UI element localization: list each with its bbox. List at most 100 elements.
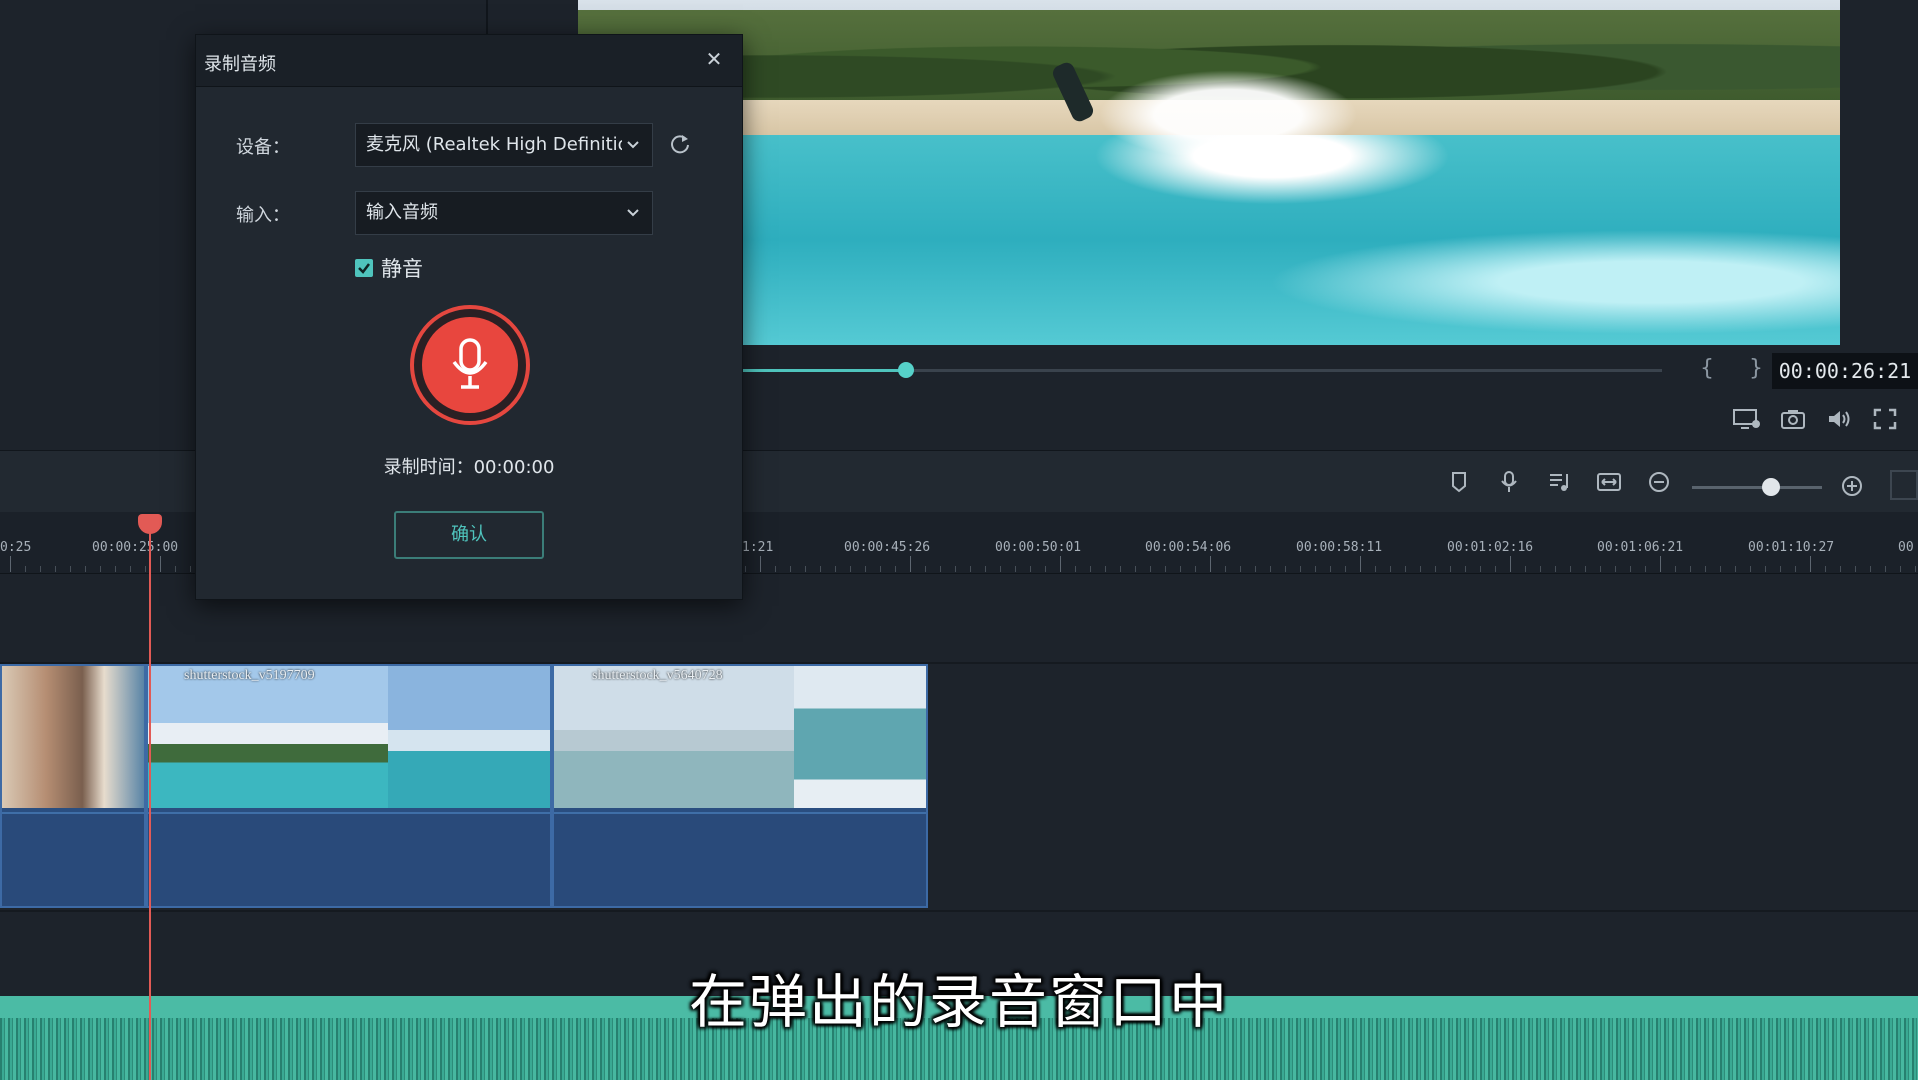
ruler-tick: [1375, 566, 1376, 572]
device-select-value: 麦克风 (Realtek High Definition: [366, 134, 641, 155]
close-button[interactable]: ✕: [702, 47, 726, 71]
player-icon-group: [1728, 404, 1904, 434]
ruler-tick: [1330, 566, 1331, 572]
record-time-label: 录制时间：: [383, 457, 474, 478]
ruler-tick: [100, 566, 101, 572]
ruler-tick: [1060, 556, 1061, 572]
close-icon: ✕: [705, 47, 723, 71]
ruler-tick: [925, 566, 926, 572]
dialog-header: 录制音频 ✕: [196, 35, 742, 87]
ruler-tick: [1720, 566, 1721, 572]
volume-button[interactable]: [1820, 404, 1858, 434]
zoom-out-button[interactable]: [1640, 466, 1678, 498]
ruler-tick: [820, 566, 821, 572]
ruler-tick: [1735, 566, 1736, 572]
playback-progress-fill: [740, 369, 906, 372]
ruler-tick: [1285, 566, 1286, 572]
video-clip[interactable]: [0, 664, 146, 908]
ruler-tick: [115, 566, 116, 572]
mute-label: 静音: [381, 257, 423, 281]
ruler-label: 00:00:58:11: [1296, 540, 1383, 555]
mute-option[interactable]: 静音: [355, 253, 423, 283]
zoom-in-button[interactable]: [1833, 470, 1871, 502]
track-separator: [0, 910, 1918, 912]
record-time-value: 00:00:00: [473, 457, 555, 478]
display-settings-button[interactable]: [1728, 404, 1766, 434]
ruler-tick: [1915, 566, 1916, 572]
playhead-line[interactable]: [149, 528, 151, 1080]
confirm-button[interactable]: 确认: [394, 511, 544, 559]
audio-mix-button[interactable]: [1540, 466, 1578, 498]
ruler-label: 1:21: [742, 540, 774, 555]
microphone-icon: [452, 338, 488, 389]
timeline-zoom-slider[interactable]: [1692, 486, 1822, 489]
ruler-tick: [985, 566, 986, 572]
ruler-tick: [1315, 566, 1316, 572]
voiceover-button[interactable]: [1490, 466, 1528, 498]
device-label: 设备：: [236, 137, 290, 158]
video-clip[interactable]: shutterstock_v5197709: [146, 664, 552, 908]
ruler-tick: [1825, 566, 1826, 572]
ruler-tick: [1555, 566, 1556, 572]
zoom-out-icon: [1649, 472, 1669, 492]
zoom-in-icon: [1842, 476, 1862, 496]
mute-checkbox[interactable]: [355, 259, 373, 277]
input-select[interactable]: 输入音频: [355, 191, 653, 235]
ruler-tick: [1480, 566, 1481, 572]
ruler-tick: [970, 566, 971, 572]
ruler-label: 00:00:25:00: [92, 540, 179, 555]
fullscreen-button[interactable]: [1866, 404, 1904, 434]
ruler-tick: [895, 566, 896, 572]
snapshot-button[interactable]: [1774, 404, 1812, 434]
ruler-tick: [850, 566, 851, 572]
ruler-tick: [790, 566, 791, 572]
refresh-device-button[interactable]: [666, 133, 694, 161]
record-audio-dialog: 录制音频 ✕ 设备： 麦克风 (Realtek High Definition …: [195, 34, 743, 600]
ruler-tick: [745, 566, 746, 572]
playback-scrubber-handle[interactable]: [897, 362, 914, 378]
clip-thumbnail: [2, 666, 144, 808]
clip-thumbnail: [388, 666, 550, 808]
fit-timeline-button[interactable]: [1590, 466, 1628, 498]
clip-body: [554, 812, 926, 906]
ruler-tick: [1870, 566, 1871, 572]
ruler-tick: [160, 556, 161, 572]
video-preview[interactable]: [578, 0, 1840, 345]
ruler-tick: [1660, 556, 1661, 572]
video-clip[interactable]: shutterstock_v5640728: [552, 664, 928, 908]
ruler-label: 00:00:54:06: [1145, 540, 1232, 555]
ruler-tick: [1015, 566, 1016, 572]
chevron-down-icon: [622, 124, 644, 166]
chevron-down-icon: [622, 192, 644, 234]
ruler-tick: [1105, 566, 1106, 572]
ruler-tick: [1540, 566, 1541, 572]
ruler-tick: [1795, 566, 1796, 572]
ruler-label: 00:00:50:01: [995, 540, 1082, 555]
ruler-tick: [1165, 566, 1166, 572]
ruler-tick: [1525, 566, 1526, 572]
ruler-tick: [865, 566, 866, 572]
camera-icon: [1781, 410, 1805, 429]
ruler-tick: [1690, 566, 1691, 572]
ruler-tick: [1615, 566, 1616, 572]
ruler-tick: [1495, 566, 1496, 572]
ruler-tick: [1195, 566, 1196, 572]
timeline-zoom-handle[interactable]: [1762, 478, 1780, 496]
device-select[interactable]: 麦克风 (Realtek High Definition: [355, 123, 653, 167]
fit-timeline-icon: [1597, 473, 1621, 491]
audio-mix-icon: [1550, 474, 1568, 491]
ruler-label: 0:25: [0, 540, 32, 555]
voiceover-icon: [1501, 471, 1517, 492]
timeline-panel-toggle[interactable]: [1890, 470, 1918, 500]
ruler-tick: [1570, 566, 1571, 572]
input-select-value: 输入音频: [366, 202, 438, 223]
ruler-tick: [1705, 566, 1706, 572]
clip-thumbnail: [554, 666, 794, 808]
ruler-tick: [1600, 566, 1601, 572]
record-button[interactable]: [422, 317, 518, 413]
ruler-tick: [55, 566, 56, 572]
marker-button[interactable]: [1440, 466, 1478, 498]
ruler-tick: [955, 566, 956, 572]
in-out-marks[interactable]: { }: [1700, 356, 1777, 381]
marker-icon: [1452, 472, 1466, 493]
